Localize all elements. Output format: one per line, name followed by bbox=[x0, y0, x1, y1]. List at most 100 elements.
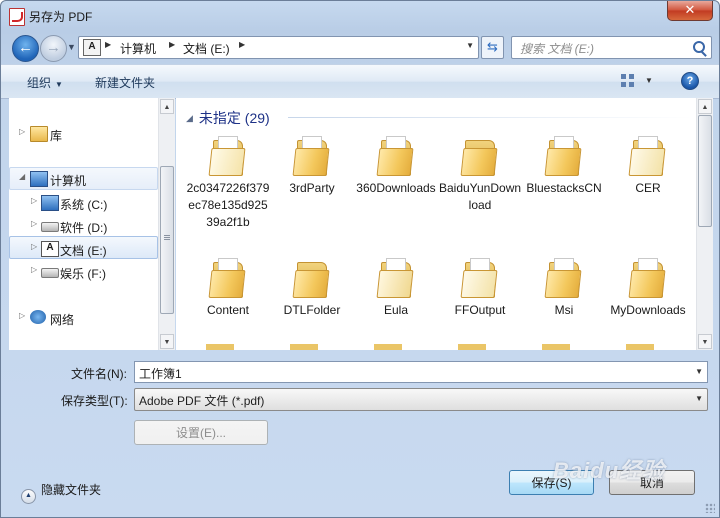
search-icon[interactable] bbox=[693, 41, 705, 53]
breadcrumb-computer[interactable]: 计算机 bbox=[120, 40, 156, 57]
chevron-down-icon[interactable]: ▼ bbox=[695, 367, 703, 376]
collapse-group-icon[interactable]: ◢ bbox=[186, 113, 193, 123]
partial-folder-row bbox=[206, 344, 676, 350]
folder-name: CER bbox=[635, 181, 661, 195]
filename-field[interactable]: 工作簿1 ▼ bbox=[134, 361, 708, 383]
folder-icon bbox=[376, 256, 414, 298]
navigation-pane: ▷ 库 ◢ 计算机 ▷ 系统 (C:) ▷ 软件 (D:) ▷ A 文档 (E:… bbox=[9, 98, 175, 350]
folder-item[interactable]: BluestacksCN bbox=[522, 134, 606, 197]
recent-pages-chevron-down-icon[interactable]: ▼ bbox=[67, 42, 76, 52]
close-button[interactable]: ✕ bbox=[667, 1, 713, 21]
hide-folders-toggle[interactable]: ▲ 隐藏文件夹 bbox=[21, 481, 101, 504]
organize-button[interactable]: 组织 ▼ bbox=[27, 74, 63, 91]
title-bar: 另存为 PDF ✕ bbox=[1, 1, 719, 31]
expand-arrow-icon[interactable]: ▷ bbox=[31, 219, 37, 228]
view-options-icon[interactable] bbox=[621, 74, 634, 87]
file-list: ◢ 未指定 (29) 2c0347226f379ec78e135d92539a2f… bbox=[176, 98, 713, 350]
folder-icon bbox=[628, 134, 666, 176]
new-folder-button[interactable]: 新建文件夹 bbox=[95, 74, 155, 91]
expand-arrow-icon[interactable]: ▷ bbox=[31, 265, 37, 274]
save-as-dialog: 另存为 PDF ✕ ← → ▼ A ▶ 计算机 ▶ 文档 (E:) ▶ ▼ ⇆ … bbox=[0, 0, 720, 518]
folder-item[interactable]: BaiduYunDownload bbox=[438, 134, 522, 214]
library-icon bbox=[30, 126, 48, 142]
filetype-label: 保存类型(T): bbox=[61, 394, 128, 408]
scrollbar-thumb[interactable] bbox=[160, 166, 174, 314]
nav-label: 网络 bbox=[50, 313, 75, 327]
folder-item[interactable]: CER bbox=[606, 134, 690, 197]
filename-value: 工作簿1 bbox=[139, 367, 182, 381]
folder-icon bbox=[208, 256, 246, 298]
folder-item[interactable]: DTLFolder bbox=[270, 256, 354, 319]
scroll-up-icon[interactable]: ▲ bbox=[160, 99, 174, 114]
folder-name: DTLFolder bbox=[283, 303, 341, 317]
nav-scrollbar[interactable]: ▲ ▼ bbox=[158, 98, 175, 350]
chevron-down-icon: ▼ bbox=[55, 80, 63, 89]
expand-arrow-icon[interactable]: ▷ bbox=[19, 311, 25, 320]
system-drive-icon bbox=[41, 195, 59, 211]
folder-name: MyDownloads bbox=[610, 303, 686, 317]
expand-arrow-icon[interactable]: ▷ bbox=[31, 196, 37, 205]
breadcrumb-drive-e[interactable]: 文档 (E:) bbox=[183, 40, 230, 57]
scroll-up-icon[interactable]: ▲ bbox=[698, 99, 712, 114]
folder-item[interactable]: Content bbox=[186, 256, 270, 319]
folder-name: FFOutput bbox=[454, 303, 506, 317]
drive-letter-icon: A bbox=[83, 39, 101, 56]
expand-arrow-icon[interactable]: ▷ bbox=[19, 127, 25, 136]
folder-icon bbox=[460, 134, 498, 176]
address-dropdown-icon[interactable]: ▼ bbox=[466, 41, 474, 50]
back-button[interactable]: ← bbox=[12, 35, 39, 62]
pdf-icon bbox=[9, 8, 25, 26]
window-title: 另存为 PDF bbox=[29, 10, 93, 24]
folder-icon bbox=[544, 134, 582, 176]
folder-item[interactable]: 3rdParty bbox=[270, 134, 354, 197]
nav-label: 文档 (E:) bbox=[60, 244, 107, 258]
folder-icon bbox=[628, 256, 666, 298]
folder-name: 360Downloads bbox=[356, 181, 436, 195]
folder-item[interactable]: Msi bbox=[522, 256, 606, 319]
folder-item[interactable]: Eula bbox=[354, 256, 438, 319]
breadcrumb-arrow-icon[interactable]: ▶ bbox=[105, 40, 111, 49]
filetype-select[interactable]: Adobe PDF 文件 (*.pdf) ▼ bbox=[134, 388, 708, 411]
folder-name: Content bbox=[206, 303, 250, 317]
filetype-value: Adobe PDF 文件 (*.pdf) bbox=[139, 394, 265, 408]
nav-label: 软件 (D:) bbox=[60, 221, 108, 235]
address-bar[interactable]: A ▶ 计算机 ▶ 文档 (E:) ▶ ▼ bbox=[78, 36, 479, 59]
organize-label: 组织 bbox=[27, 76, 52, 90]
nav-label: 系统 (C:) bbox=[60, 198, 108, 212]
folder-item[interactable]: MyDownloads bbox=[606, 256, 690, 319]
collapse-up-icon[interactable]: ▲ bbox=[21, 489, 36, 504]
computer-icon bbox=[30, 171, 48, 187]
forward-button[interactable]: → bbox=[40, 35, 67, 62]
scroll-down-icon[interactable]: ▼ bbox=[698, 334, 712, 349]
scroll-down-icon[interactable]: ▼ bbox=[160, 334, 174, 349]
network-icon bbox=[30, 310, 46, 324]
nav-label: 库 bbox=[50, 129, 63, 143]
folder-name: BaiduYunDownload bbox=[438, 181, 522, 212]
file-list-scrollbar[interactable]: ▲ ▼ bbox=[696, 98, 713, 350]
breadcrumb-arrow-icon[interactable]: ▶ bbox=[169, 40, 175, 49]
settings-button[interactable]: 设置(E)... bbox=[134, 420, 268, 445]
baidu-watermark: Baidu经验 bbox=[553, 458, 666, 483]
folder-item[interactable]: 360Downloads bbox=[354, 134, 438, 197]
expand-arrow-icon[interactable]: ▷ bbox=[31, 242, 37, 251]
search-placeholder: 搜索 文档 (E:) bbox=[520, 42, 594, 56]
folder-item[interactable]: 2c0347226f379ec78e135d92539a2f1b bbox=[186, 134, 270, 231]
refresh-button[interactable]: ⇆ bbox=[481, 36, 504, 59]
nav-label: 计算机 bbox=[50, 174, 87, 188]
view-chevron-down-icon[interactable]: ▼ bbox=[645, 76, 653, 85]
nav-label: 娱乐 (F:) bbox=[60, 267, 106, 281]
chevron-down-icon[interactable]: ▼ bbox=[695, 394, 703, 403]
resize-grip-icon[interactable] bbox=[705, 503, 715, 513]
search-input[interactable]: 搜索 文档 (E:) bbox=[511, 36, 712, 59]
breadcrumb-arrow-icon[interactable]: ▶ bbox=[239, 40, 245, 49]
collapse-arrow-icon[interactable]: ◢ bbox=[19, 172, 25, 181]
folder-name: 3rdParty bbox=[289, 181, 335, 195]
folder-item[interactable]: FFOutput bbox=[438, 256, 522, 319]
help-icon[interactable]: ? bbox=[681, 72, 699, 90]
folder-icon bbox=[460, 256, 498, 298]
group-header[interactable]: ◢ 未指定 (29) bbox=[186, 108, 270, 128]
filename-label: 文件名(N): bbox=[71, 367, 127, 381]
folder-icon bbox=[376, 134, 414, 176]
group-divider bbox=[288, 117, 693, 118]
scrollbar-thumb[interactable] bbox=[698, 115, 712, 227]
